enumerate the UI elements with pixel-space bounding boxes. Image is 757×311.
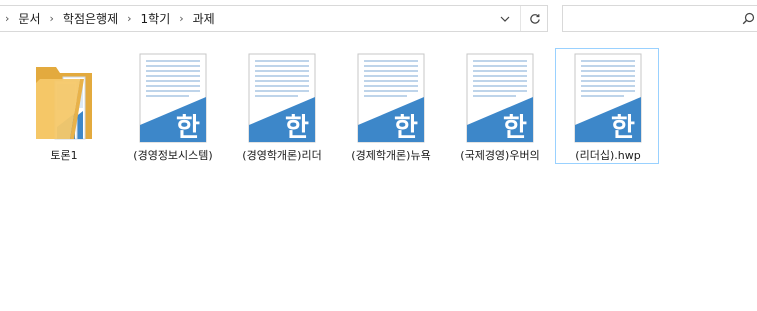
file-item-hwp-selected[interactable]: 한 (리더십).hwp bbox=[555, 48, 659, 164]
refresh-icon bbox=[530, 13, 540, 24]
file-name: (경영학개론)리더 bbox=[242, 149, 322, 162]
file-item-hwp[interactable]: 한 (국제경영)우버의 bbox=[447, 48, 551, 164]
svg-text:한: 한 bbox=[503, 113, 527, 143]
hwp-document-icon: 한 bbox=[466, 53, 534, 143]
folder-icon bbox=[36, 67, 92, 140]
file-name: (경영정보시스템) bbox=[133, 149, 213, 162]
file-name: 토론1 bbox=[50, 149, 78, 162]
file-item-hwp[interactable]: 한 (경제학개론)뉴욕 bbox=[338, 48, 442, 164]
file-name: (경제학개론)뉴욕 bbox=[351, 149, 431, 162]
address-history-button[interactable] bbox=[492, 6, 518, 31]
chevron-right-icon[interactable]: › bbox=[5, 12, 9, 25]
file-item-hwp[interactable]: 한 (경영학개론)리더 bbox=[229, 48, 333, 164]
breadcrumb-item-semester1[interactable]: 1학기 bbox=[141, 10, 171, 27]
breadcrumb-item-credit-bank[interactable]: 학점은행제 bbox=[63, 10, 118, 27]
file-name: (리더십).hwp bbox=[575, 149, 641, 162]
file-name: (국제경영)우버의 bbox=[460, 149, 540, 162]
breadcrumb-item-documents[interactable]: 문서 bbox=[18, 10, 40, 27]
svg-text:한: 한 bbox=[285, 113, 309, 143]
breadcrumb: › 문서 › 학점은행제 › 1학기 › 과제 bbox=[5, 6, 224, 31]
svg-text:한: 한 bbox=[176, 113, 200, 143]
chevron-right-icon[interactable]: › bbox=[127, 12, 131, 25]
refresh-button[interactable] bbox=[520, 6, 549, 31]
search-input[interactable] bbox=[567, 9, 731, 29]
chevron-right-icon[interactable]: › bbox=[179, 12, 183, 25]
address-bar[interactable]: › 문서 › 학점은행제 › 1학기 › 과제 bbox=[0, 5, 548, 32]
search-box[interactable] bbox=[562, 5, 757, 32]
file-list: 토론1 한 (경영정보시스템) 한 (경영학개론)리더 한 (경제학개론)뉴욕 … bbox=[0, 45, 757, 175]
search-icon[interactable] bbox=[742, 12, 755, 25]
svg-text:한: 한 bbox=[611, 113, 635, 143]
chevron-right-icon[interactable]: › bbox=[50, 12, 54, 25]
chevron-down-icon bbox=[500, 16, 510, 22]
hwp-document-icon: 한 bbox=[357, 53, 425, 143]
hwp-document-icon: 한 bbox=[139, 53, 207, 143]
file-item-hwp[interactable]: 한 (경영정보시스템) bbox=[120, 48, 224, 164]
hwp-document-icon: 한 bbox=[248, 53, 316, 143]
svg-text:한: 한 bbox=[394, 113, 418, 143]
hwp-document-icon: 한 bbox=[574, 53, 642, 143]
breadcrumb-item-assignments[interactable]: 과제 bbox=[193, 10, 215, 27]
file-item-folder[interactable]: 토론1 bbox=[11, 48, 115, 164]
navigation-bar: › 문서 › 학점은행제 › 1학기 › 과제 bbox=[0, 0, 757, 40]
